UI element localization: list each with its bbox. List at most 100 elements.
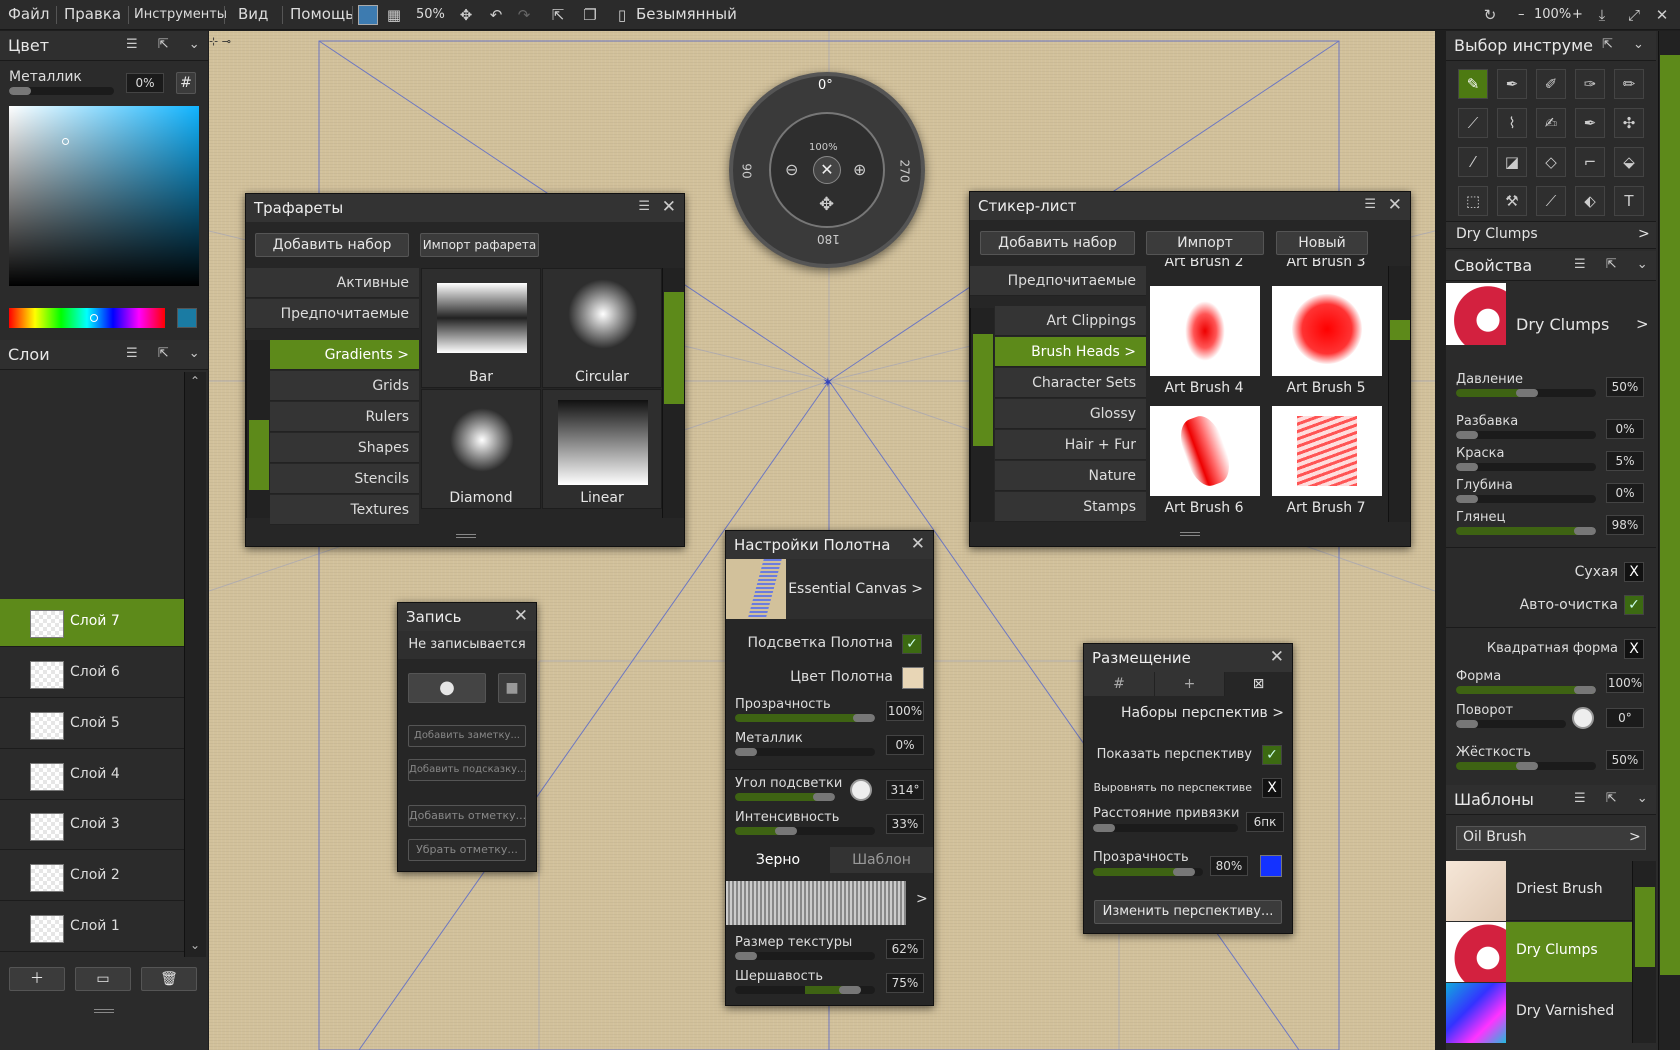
cat-character-sets[interactable]: Character Sets	[995, 368, 1146, 398]
cat-stamps[interactable]: Stamps	[995, 492, 1146, 522]
color-picker-square[interactable]	[9, 106, 199, 286]
chevron-right-icon[interactable]: >	[1636, 315, 1649, 333]
rotate-view-icon[interactable]: ↻	[1480, 5, 1500, 25]
zoom-out-button[interactable]: –	[1518, 7, 1525, 22]
perspective-sets[interactable]: Наборы перспектив >	[1084, 700, 1284, 726]
texture-size-slider[interactable]	[735, 952, 875, 960]
color-swatch-icon[interactable]	[358, 5, 378, 25]
opacity-value[interactable]: 100%	[886, 701, 924, 721]
cat-hair-fur[interactable]: Hair + Fur	[995, 430, 1146, 460]
stencil-diamond[interactable]: Diamond	[421, 389, 541, 509]
text-icon[interactable]: T	[1614, 186, 1644, 216]
autoclean-checkbox[interactable]: ✓	[1624, 595, 1644, 615]
template-item[interactable]: Driest Brush	[1446, 861, 1632, 921]
hue-handle[interactable]	[90, 314, 98, 322]
stencil-bar[interactable]: Bar	[421, 268, 541, 388]
add-set-button[interactable]: Добавить набор	[980, 231, 1135, 255]
navigation-dial[interactable]: 0° 90 270 180 100% ⊖ ✕ ⊕ ✥	[729, 72, 925, 268]
folder-icon[interactable]: ▭	[75, 967, 131, 991]
close-icon[interactable]: ✕	[911, 534, 925, 554]
add-set-button[interactable]: Добавить набор	[255, 233, 409, 257]
perspective-color-swatch[interactable]	[1260, 855, 1282, 877]
fullscreen-icon[interactable]: ⤢	[1624, 5, 1644, 25]
paint-slider[interactable]	[1456, 463, 1596, 471]
sticker-art-brush-6[interactable]	[1150, 406, 1260, 496]
close-icon[interactable]: ✕	[1652, 5, 1672, 25]
import-button[interactable]: Импорт	[1146, 231, 1264, 255]
close-icon[interactable]: ✕	[514, 606, 528, 626]
menu-tools[interactable]: Инструменты	[134, 7, 227, 22]
stencil-cat-scrollbar[interactable]	[246, 340, 270, 518]
right-scrollbar[interactable]	[1658, 31, 1680, 1050]
opacity-slider[interactable]	[1093, 868, 1203, 876]
current-tool-row[interactable]: Dry Clumps >	[1446, 221, 1656, 249]
pen-icon[interactable]: ✒	[1497, 69, 1527, 99]
gloss-value[interactable]: 98%	[1606, 515, 1644, 535]
panel-menu-icon[interactable]: ☰ ⇱ ⌄	[1574, 791, 1656, 806]
new-button[interactable]: Новый	[1276, 231, 1368, 255]
cat-stencils[interactable]: Stencils	[270, 464, 419, 494]
zoom-level[interactable]: 50%	[416, 7, 445, 22]
dry-checkbox[interactable]: X	[1624, 562, 1644, 582]
ruler-handle-icon[interactable]: ⊹ ⊸	[209, 35, 239, 53]
brush-icon[interactable]: ⟋	[1458, 108, 1488, 138]
menu-edit[interactable]: Правка	[64, 5, 121, 23]
current-color-swatch[interactable]	[177, 308, 197, 328]
add-note-button[interactable]: Добавить заметку...	[408, 725, 526, 747]
sticker-cat-scrollbar[interactable]	[970, 308, 994, 522]
roughness-value[interactable]: 75%	[886, 973, 924, 993]
tab-grain[interactable]: Зерно	[726, 847, 830, 873]
stencil-linear[interactable]: Linear	[542, 389, 662, 509]
depth-value[interactable]: 0%	[1606, 483, 1644, 503]
cat-textures[interactable]: Textures	[270, 495, 419, 525]
grain-texture-preview[interactable]	[726, 881, 906, 925]
zoom-out-icon[interactable]: ⊖	[785, 160, 798, 179]
layers-menu-icon[interactable]: ☰ ⇱ ⌄	[126, 346, 208, 361]
perspective-mode-icon[interactable]: ⊠	[1224, 672, 1292, 696]
zoom-in-icon[interactable]: ⊕	[853, 160, 866, 179]
metal-slider[interactable]	[735, 748, 875, 756]
sticker-items-scrollbar[interactable]	[1388, 266, 1410, 522]
cat-favorites[interactable]: Предпочитаемые	[970, 266, 1146, 296]
zoom-right[interactable]: 100%	[1534, 7, 1571, 22]
angle-dial-icon[interactable]	[850, 779, 872, 801]
cat-favorites[interactable]: Предпочитаемые	[246, 299, 419, 329]
hardness-value[interactable]: 50%	[1606, 750, 1644, 770]
cat-art-clippings[interactable]: Art Clippings	[995, 306, 1146, 336]
layer-item[interactable]: Слой 6	[0, 650, 184, 698]
panel-menu-icon[interactable]: ☰ ⇱ ⌄	[126, 37, 208, 52]
cat-shapes[interactable]: Shapes	[270, 433, 419, 463]
opacity-slider[interactable]	[735, 714, 875, 722]
windows-icon[interactable]: ❐	[580, 5, 600, 25]
pencil-icon[interactable]: ✎	[1458, 69, 1488, 99]
export-icon[interactable]: ⇱	[548, 5, 568, 25]
resize-handle[interactable]	[456, 534, 476, 538]
layer-item[interactable]: Слой 5	[0, 701, 184, 749]
sticker-art-brush-5[interactable]	[1272, 286, 1382, 376]
paint-value[interactable]: 5%	[1606, 451, 1644, 471]
texture-size-value[interactable]: 62%	[886, 939, 924, 959]
align-perspective-checkbox[interactable]: X	[1262, 778, 1282, 798]
zoom-in-button[interactable]: +	[1572, 7, 1583, 22]
cat-grids[interactable]: Grids	[270, 371, 419, 401]
shape-value[interactable]: 100%	[1606, 673, 1644, 693]
layers-scrollbar[interactable]: ⌃ ⌄	[184, 372, 206, 957]
add-layer-button[interactable]: ＋	[9, 967, 65, 991]
stop-button[interactable]: ■	[498, 673, 526, 703]
thinners-value[interactable]: 0%	[1606, 419, 1644, 439]
fill-icon[interactable]: ⬙	[1614, 147, 1644, 177]
transform-icon[interactable]: ⚒	[1497, 186, 1527, 216]
intensity-slider[interactable]	[735, 827, 875, 835]
oil-brush-icon[interactable]: ⌇	[1497, 108, 1527, 138]
select-icon[interactable]: ⬚	[1458, 186, 1488, 216]
layer-item[interactable]: Слой 7	[0, 599, 184, 647]
move-icon[interactable]: ✥	[456, 5, 476, 25]
stencil-items-scrollbar[interactable]	[662, 268, 684, 518]
rotation-slider[interactable]	[1456, 720, 1566, 728]
knife-icon[interactable]: ⁄	[1458, 147, 1488, 177]
cat-gradients[interactable]: Gradients >	[270, 340, 419, 370]
brush-name[interactable]: Dry Clumps	[1516, 315, 1609, 334]
download-icon[interactable]: ⤓	[1592, 5, 1612, 25]
undo-icon[interactable]: ↶	[486, 5, 506, 25]
pressure-value[interactable]: 50%	[1606, 377, 1644, 397]
